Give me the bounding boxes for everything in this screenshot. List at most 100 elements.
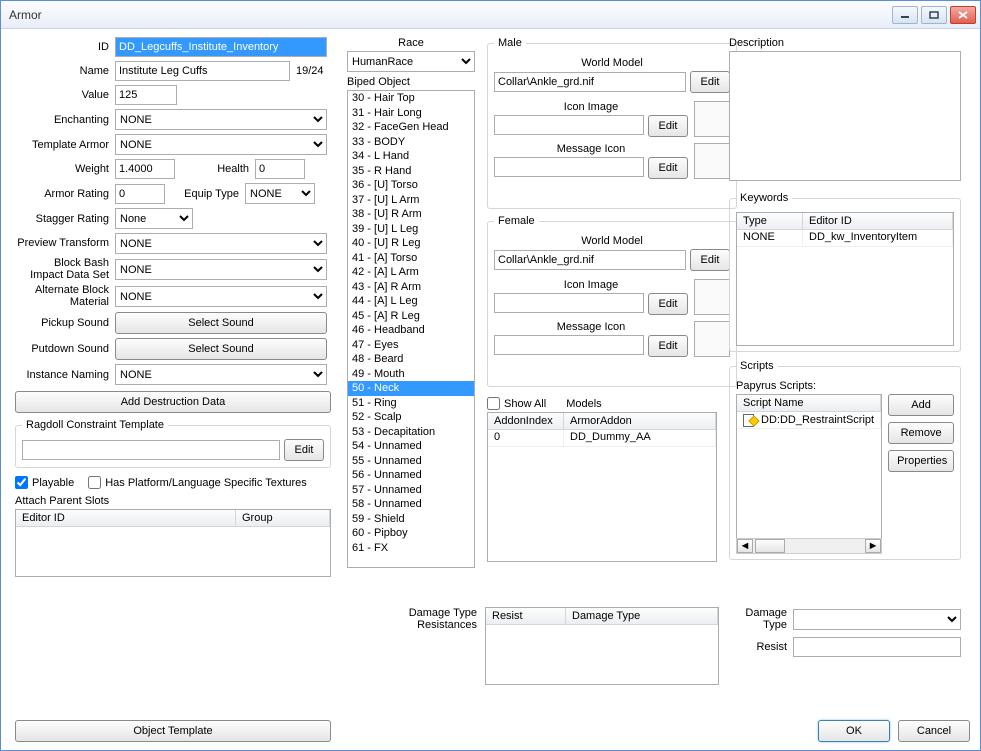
maximize-button[interactable] <box>921 6 947 24</box>
female-icon-edit[interactable]: Edit <box>648 293 688 315</box>
col-group[interactable]: Group <box>236 510 330 526</box>
ok-button[interactable]: OK <box>818 720 890 742</box>
script-add-button[interactable]: Add <box>888 394 954 416</box>
keywords-grid[interactable]: Type Editor ID NONEDD_kw_InventoryItem <box>736 212 954 346</box>
close-button[interactable] <box>950 6 976 24</box>
model-row[interactable]: 0DD_Dummy_AA <box>488 430 716 447</box>
male-msg-icon-field[interactable] <box>494 157 644 177</box>
id-field[interactable] <box>115 37 327 57</box>
stagger-rating-combo[interactable]: None <box>115 208 193 229</box>
male-world-model-field[interactable] <box>494 72 686 92</box>
biped-item[interactable]: 38 - [U] R Arm <box>348 207 474 222</box>
col-script-name[interactable]: Script Name <box>737 395 881 411</box>
biped-item[interactable]: 53 - Decapitation <box>348 425 474 440</box>
biped-item[interactable]: 49 - Mouth <box>348 367 474 382</box>
race-combo[interactable]: HumanRace <box>347 51 475 72</box>
playable-checkbox[interactable]: Playable <box>15 476 74 489</box>
biped-item[interactable]: 32 - FaceGen Head <box>348 120 474 135</box>
attach-parent-grid[interactable]: Editor ID Group <box>15 509 331 577</box>
biped-item[interactable]: 35 - R Hand <box>348 164 474 179</box>
biped-item[interactable]: 43 - [A] R Arm <box>348 280 474 295</box>
col-armor-addon[interactable]: ArmorAddon <box>564 413 716 429</box>
biped-item[interactable]: 57 - Unnamed <box>348 483 474 498</box>
show-all-checkbox[interactable]: Show All <box>487 397 546 410</box>
biped-item[interactable]: 36 - [U] Torso <box>348 178 474 193</box>
health-field[interactable] <box>255 159 305 179</box>
instance-naming-combo[interactable]: NONE <box>115 364 327 385</box>
biped-item[interactable]: 52 - Scalp <box>348 410 474 425</box>
keyword-row[interactable]: NONEDD_kw_InventoryItem <box>737 230 953 247</box>
biped-item[interactable]: 42 - [A] L Arm <box>348 265 474 280</box>
biped-item[interactable]: 59 - Shield <box>348 512 474 527</box>
biped-item[interactable]: 61 - FX <box>348 541 474 556</box>
ragdoll-edit-button[interactable]: Edit <box>284 439 324 461</box>
ragdoll-template-field[interactable] <box>22 440 280 460</box>
models-grid[interactable]: AddonIndex ArmorAddon 0DD_Dummy_AA <box>487 412 717 562</box>
has-platform-checkbox[interactable]: Has Platform/Language Specific Textures <box>88 476 307 489</box>
scripts-scrollbar[interactable]: ◄ ► <box>736 538 882 554</box>
armor-rating-field[interactable] <box>115 184 165 204</box>
enchanting-combo[interactable]: NONE <box>115 109 327 130</box>
titlebar[interactable]: Armor <box>1 1 980 29</box>
putdown-sound-button[interactable]: Select Sound <box>115 338 327 360</box>
minimize-button[interactable] <box>892 6 918 24</box>
biped-item[interactable]: 33 - BODY <box>348 135 474 150</box>
male-icon-edit[interactable]: Edit <box>648 115 688 137</box>
pickup-sound-button[interactable]: Select Sound <box>115 312 327 334</box>
scroll-right-icon[interactable]: ► <box>865 539 881 553</box>
biped-item[interactable]: 56 - Unnamed <box>348 468 474 483</box>
female-world-model-field[interactable] <box>494 250 686 270</box>
male-world-model-edit[interactable]: Edit <box>690 71 730 93</box>
preview-transform-combo[interactable]: NONE <box>115 233 327 254</box>
biped-item[interactable]: 45 - [A] R Leg <box>348 309 474 324</box>
description-field[interactable] <box>729 51 961 181</box>
male-icon-field[interactable] <box>494 115 644 135</box>
resist-field[interactable] <box>793 637 961 657</box>
biped-item[interactable]: 50 - Neck <box>348 381 474 396</box>
biped-item[interactable]: 30 - Hair Top <box>348 91 474 106</box>
block-bash-combo[interactable]: NONE <box>115 259 327 280</box>
female-msg-icon-field[interactable] <box>494 335 644 355</box>
biped-item[interactable]: 51 - Ring <box>348 396 474 411</box>
biped-item[interactable]: 60 - Pipboy <box>348 526 474 541</box>
dmg-res-grid[interactable]: Resist Damage Type <box>485 607 719 685</box>
biped-item[interactable]: 47 - Eyes <box>348 338 474 353</box>
col-addon-index[interactable]: AddonIndex <box>488 413 564 429</box>
biped-item[interactable]: 44 - [A] L Leg <box>348 294 474 309</box>
biped-item[interactable]: 54 - Unnamed <box>348 439 474 454</box>
female-msg-icon-edit[interactable]: Edit <box>648 335 688 357</box>
template-armor-combo[interactable]: NONE <box>115 134 327 155</box>
scripts-grid[interactable]: Script Name DD:DD_RestraintScript <box>736 394 882 539</box>
equip-type-combo[interactable]: NONE <box>245 183 315 204</box>
biped-item[interactable]: 39 - [U] L Leg <box>348 222 474 237</box>
dmg-type-combo[interactable] <box>793 609 961 630</box>
biped-item[interactable]: 40 - [U] R Leg <box>348 236 474 251</box>
object-template-button[interactable]: Object Template <box>15 720 331 742</box>
biped-item[interactable]: 48 - Beard <box>348 352 474 367</box>
alt-block-combo[interactable]: NONE <box>115 286 327 307</box>
biped-item[interactable]: 55 - Unnamed <box>348 454 474 469</box>
scroll-left-icon[interactable]: ◄ <box>737 539 753 553</box>
biped-item[interactable]: 31 - Hair Long <box>348 106 474 121</box>
col-editor-id[interactable]: Editor ID <box>16 510 236 526</box>
script-remove-button[interactable]: Remove <box>888 422 954 444</box>
female-world-model-edit[interactable]: Edit <box>690 249 730 271</box>
male-msg-icon-edit[interactable]: Edit <box>648 157 688 179</box>
value-field[interactable] <box>115 85 177 105</box>
script-properties-button[interactable]: Properties <box>888 450 954 472</box>
biped-object-list[interactable]: 30 - Hair Top31 - Hair Long32 - FaceGen … <box>347 90 475 568</box>
biped-item[interactable]: 37 - [U] L Arm <box>348 193 474 208</box>
biped-item[interactable]: 41 - [A] Torso <box>348 251 474 266</box>
weight-field[interactable] <box>115 159 175 179</box>
name-field[interactable] <box>115 61 290 81</box>
biped-item[interactable]: 34 - L Hand <box>348 149 474 164</box>
add-destruction-button[interactable]: Add Destruction Data <box>15 391 331 413</box>
col-type[interactable]: Type <box>737 213 803 229</box>
script-row[interactable]: DD:DD_RestraintScript <box>737 412 881 429</box>
female-icon-field[interactable] <box>494 293 644 313</box>
cancel-button[interactable]: Cancel <box>898 720 970 742</box>
biped-item[interactable]: 46 - Headband <box>348 323 474 338</box>
biped-item[interactable]: 58 - Unnamed <box>348 497 474 512</box>
col-dmg-type[interactable]: Damage Type <box>566 608 718 624</box>
col-keyword-editor-id[interactable]: Editor ID <box>803 213 953 229</box>
